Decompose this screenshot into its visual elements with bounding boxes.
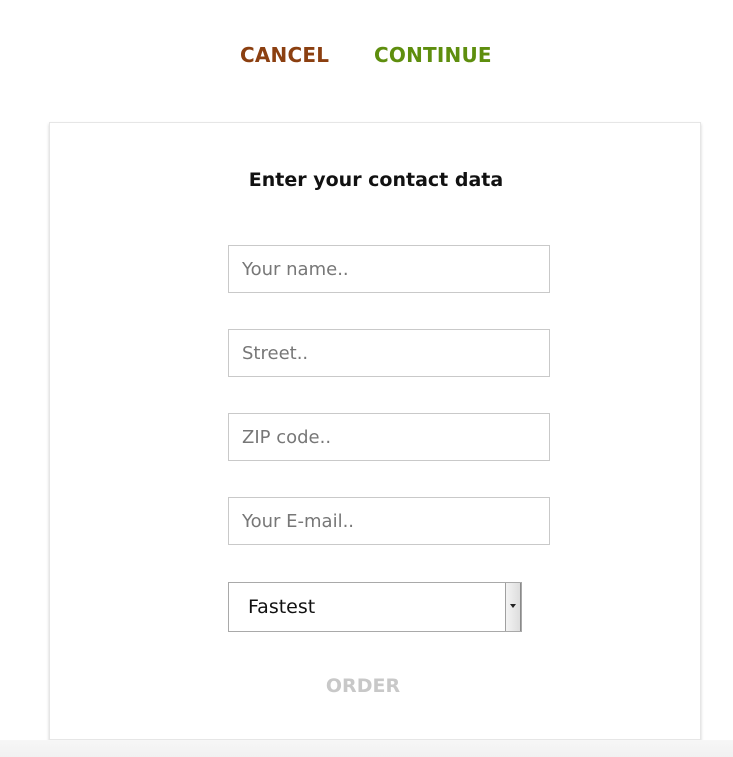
checkout-page: CANCEL CONTINUE Enter your contact data … — [0, 0, 733, 757]
contact-form-card: Enter your contact data Fastest ORDER — [49, 122, 701, 740]
order-button[interactable]: ORDER — [50, 673, 676, 699]
shipping-select[interactable]: Fastest — [228, 582, 522, 632]
name-input[interactable] — [228, 245, 550, 293]
cancel-button[interactable]: CANCEL — [240, 41, 329, 69]
email-input[interactable] — [228, 497, 550, 545]
form-title: Enter your contact data — [248, 169, 504, 191]
continue-button[interactable]: CONTINUE — [374, 41, 492, 69]
zip-code-input[interactable] — [228, 413, 550, 461]
shipping-select-value: Fastest — [248, 596, 316, 618]
top-actions: CANCEL CONTINUE — [0, 41, 733, 69]
bottom-shade — [0, 740, 733, 757]
street-input[interactable] — [228, 329, 550, 377]
chevron-down-icon — [510, 604, 516, 608]
dropdown-arrow-button[interactable] — [505, 583, 521, 631]
